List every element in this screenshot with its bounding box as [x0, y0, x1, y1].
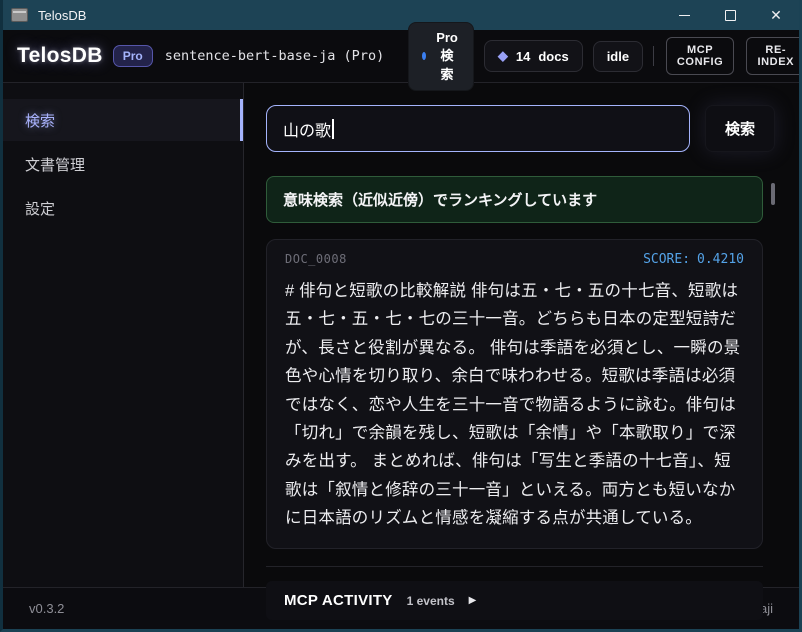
- results-area: 意味検索（近似近傍）でランキングしています DOC_0008 SCORE: 0.…: [266, 176, 763, 620]
- docs-count-badge: ◆ 14 docs: [484, 40, 583, 72]
- search-input[interactable]: 山の歌: [266, 105, 690, 152]
- status-label: idle: [607, 49, 629, 64]
- text-caret: [332, 119, 334, 139]
- result-body-text: # 俳句と短歌の比較解説 俳句は五・七・五の十七音、短歌は五・七・五・七・七の三…: [285, 277, 744, 532]
- close-icon: ✕: [770, 8, 782, 22]
- status-badge: idle: [593, 41, 643, 72]
- version-label: v0.3.2: [29, 601, 64, 616]
- pro-badge: Pro: [113, 45, 153, 67]
- doc-id: DOC_0008: [285, 252, 347, 266]
- mcp-events-count: 1 events: [407, 594, 455, 608]
- sidebar-item-settings[interactable]: 設定: [3, 187, 243, 229]
- app-window: TelosDB ✕ TelosDB Pro sentence-bert-base…: [0, 0, 802, 632]
- score-label: SCORE:: [643, 252, 690, 267]
- sidebar-item-search[interactable]: 検索: [3, 99, 243, 141]
- ranking-info-banner: 意味検索（近似近傍）でランキングしています: [266, 176, 763, 223]
- mcp-config-button[interactable]: MCP CONFIG: [666, 37, 735, 75]
- app-header: TelosDB Pro sentence-bert-base-ja (Pro) …: [3, 30, 799, 83]
- result-card-header: DOC_0008 SCORE: 0.4210: [285, 252, 744, 267]
- main-content: 山の歌 検索 意味検索（近似近傍）でランキングしています DOC_0008 SC…: [244, 83, 799, 587]
- app-window-icon: [11, 8, 28, 22]
- pro-search-mode-button[interactable]: Pro 検索: [408, 22, 474, 91]
- header-divider: [653, 46, 654, 66]
- pro-search-mode-label: Pro 検索: [434, 30, 460, 83]
- close-button[interactable]: ✕: [753, 0, 799, 30]
- section-divider: [266, 566, 763, 567]
- maximize-button[interactable]: [707, 0, 753, 30]
- docs-count: 14: [516, 49, 530, 64]
- sidebar-item-label: 検索: [25, 110, 55, 131]
- docs-label: docs: [538, 49, 568, 64]
- score-badge: SCORE: 0.4210: [643, 252, 744, 267]
- titlebar: TelosDB ✕: [3, 0, 799, 30]
- sidebar-item-label: 文書管理: [25, 154, 85, 175]
- minimize-button[interactable]: [661, 0, 707, 30]
- scrollbar-thumb[interactable]: [771, 183, 775, 205]
- mcp-activity-toggle[interactable]: MCP ACTIVITY 1 events ▶: [266, 581, 763, 620]
- result-card[interactable]: DOC_0008 SCORE: 0.4210 # 俳句と短歌の比較解説 俳句は五…: [266, 239, 763, 549]
- reindex-button[interactable]: RE-INDEX: [746, 37, 802, 75]
- expand-arrow-icon: ▶: [469, 595, 477, 606]
- header-actions: MCP CONFIG RE-INDEX: [653, 37, 802, 75]
- window-title: TelosDB: [38, 8, 86, 23]
- score-value: 0.4210: [697, 252, 744, 267]
- mode-dot-icon: [422, 52, 426, 60]
- model-name: sentence-bert-base-ja (Pro): [165, 48, 384, 64]
- mcp-activity-title: MCP ACTIVITY: [284, 592, 393, 609]
- search-query-text: 山の歌: [283, 117, 331, 141]
- diamond-icon: ◆: [498, 48, 508, 64]
- search-row: 山の歌 検索: [266, 105, 775, 152]
- sidebar-item-documents[interactable]: 文書管理: [3, 143, 243, 185]
- app-body: 検索 文書管理 設定 山の歌 検索 意味検索（近似近傍）でランキングしています: [3, 83, 799, 587]
- maximize-icon: [725, 10, 736, 21]
- mcp-activity-section: MCP ACTIVITY 1 events ▶: [266, 566, 763, 620]
- minimize-icon: [679, 15, 690, 16]
- window-controls: ✕: [661, 0, 799, 30]
- app-logo: TelosDB: [17, 44, 103, 68]
- search-button[interactable]: 検索: [705, 105, 775, 152]
- sidebar-item-label: 設定: [25, 198, 55, 219]
- sidebar: 検索 文書管理 設定: [3, 83, 244, 587]
